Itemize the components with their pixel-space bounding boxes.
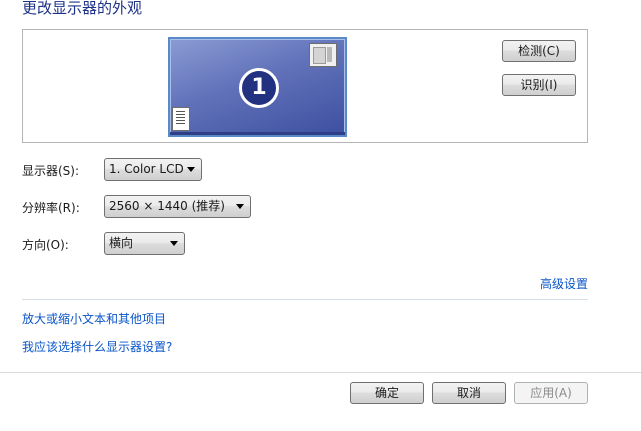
identify-button[interactable]: 识别(I): [502, 74, 576, 96]
chevron-down-icon: [187, 167, 195, 172]
chevron-down-icon: [170, 241, 178, 246]
monitor-number-badge: 1: [239, 68, 279, 108]
display-select-value: 1. Color LCD: [109, 162, 184, 176]
ok-button[interactable]: 确定: [350, 382, 424, 404]
orientation-select-value: 横向: [109, 236, 134, 250]
text-size-link[interactable]: 放大或缩小文本和其他项目: [22, 311, 166, 327]
window-icon: [309, 43, 337, 67]
detect-button[interactable]: 检测(C): [502, 40, 576, 62]
footer-divider: [0, 372, 641, 373]
resolution-label: 分辨率(R):: [22, 201, 80, 215]
apply-button[interactable]: 应用(A): [514, 382, 588, 404]
page-title: 更改显示器的外观: [22, 0, 143, 17]
chevron-down-icon: [236, 204, 244, 209]
resolution-select[interactable]: 2560 × 1440 (推荐): [104, 195, 251, 218]
which-settings-link[interactable]: 我应该选择什么显示器设置?: [22, 339, 172, 355]
monitor-1-thumbnail[interactable]: 1: [168, 37, 347, 137]
display-select[interactable]: 1. Color LCD: [104, 158, 202, 181]
orientation-select[interactable]: 横向: [104, 232, 185, 255]
document-icon: [172, 107, 190, 131]
resolution-select-value: 2560 × 1440 (推荐): [109, 199, 225, 213]
advanced-settings-link[interactable]: 高级设置: [540, 276, 588, 292]
monitor-taskbar: [170, 132, 345, 135]
orientation-label: 方向(O):: [22, 238, 69, 252]
display-label: 显示器(S):: [22, 164, 80, 178]
divider: [22, 299, 588, 300]
cancel-button[interactable]: 取消: [432, 382, 506, 404]
